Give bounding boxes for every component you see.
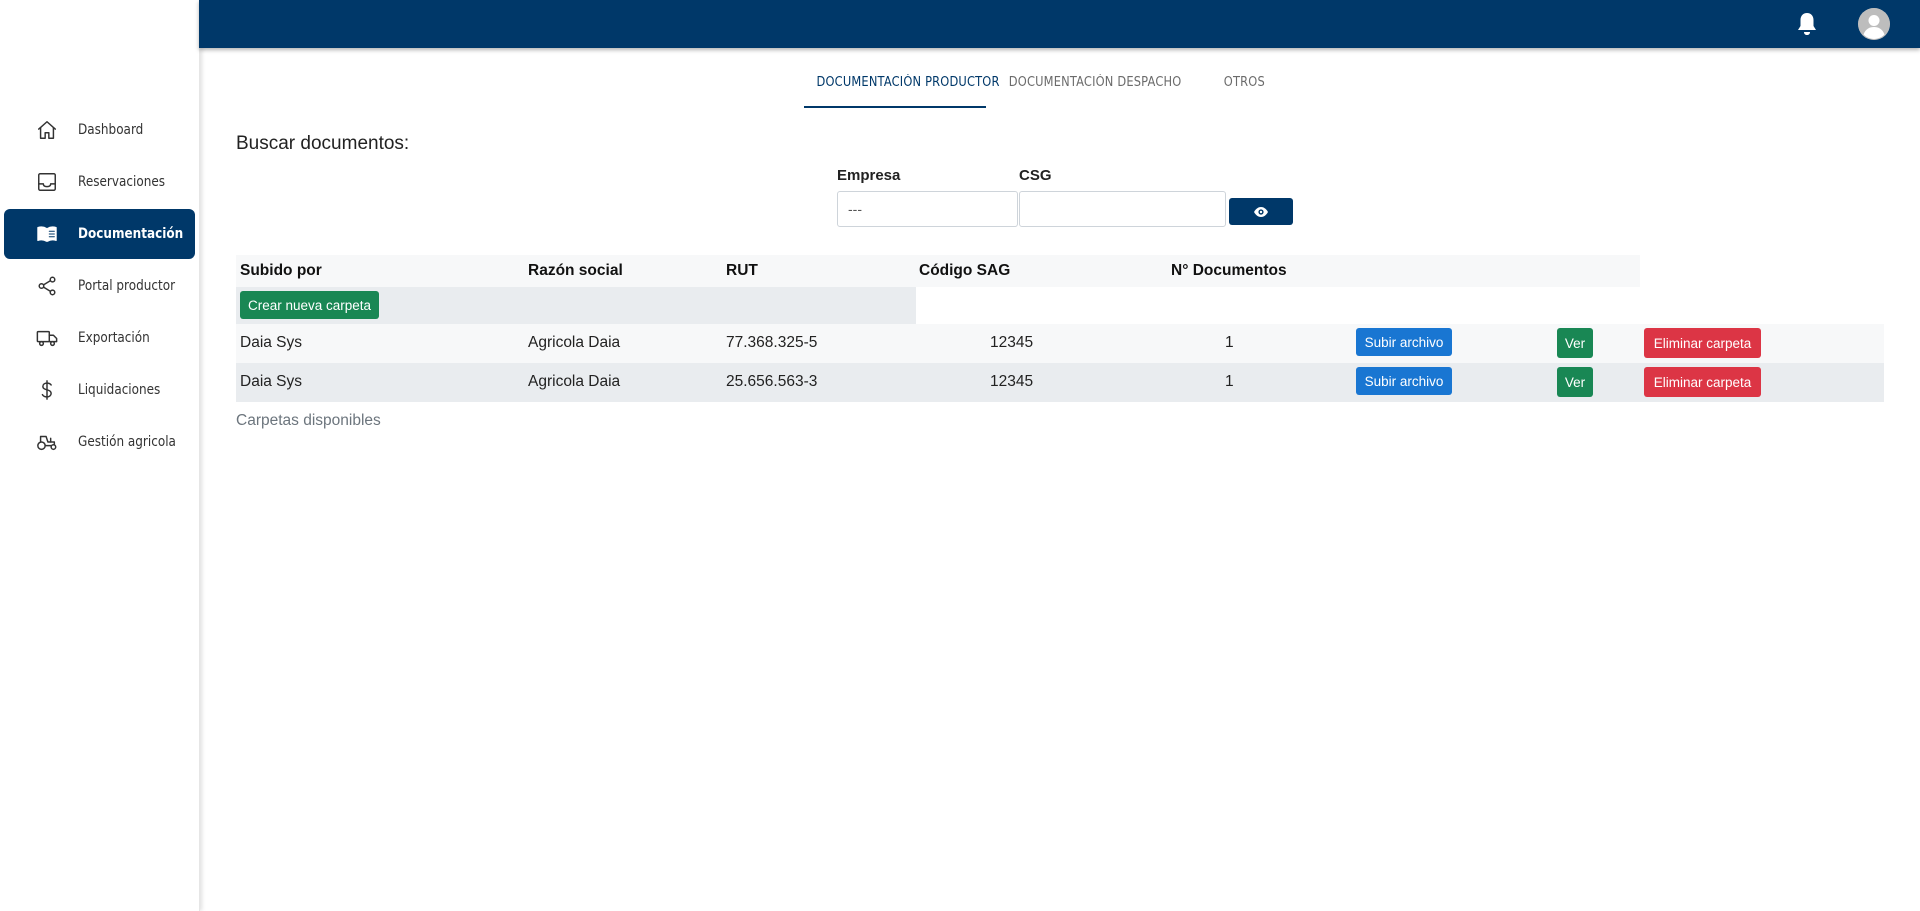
sidebar-item-reservaciones[interactable]: Reservaciones	[4, 157, 195, 207]
cell-codigo-sag: 12345	[990, 334, 1034, 351]
upload-file-button[interactable]: Subir archivo	[1356, 328, 1452, 356]
tab-documentacion-despacho[interactable]: DOCUMENTACIÓN DESPACHO	[986, 62, 1204, 106]
upload-file-button[interactable]: Subir archivo	[1356, 367, 1452, 395]
sidebar-item-portal-productor[interactable]: Portal productor	[4, 261, 195, 311]
sidebar: Dashboard Reservaciones Documentación Po…	[0, 0, 200, 911]
sidebar-item-gestion-agricola[interactable]: Gestión agricola	[4, 417, 195, 467]
sidebar-item-exportacion[interactable]: Exportación	[4, 313, 195, 363]
delete-folder-button[interactable]: Eliminar carpeta	[1644, 328, 1761, 358]
sidebar-item-label: Liquidaciones	[78, 382, 161, 398]
share-icon	[35, 274, 59, 298]
cell-rut: 77.368.325-5	[726, 334, 818, 351]
cell-subido-por: Daia Sys	[240, 373, 303, 390]
folders-table: Subido por Razón social RUT Código SAG N…	[236, 255, 1884, 402]
header-razon-social: Razón social	[528, 262, 623, 279]
view-search-button[interactable]	[1229, 198, 1293, 225]
home-icon	[35, 118, 59, 142]
view-folder-button[interactable]: Ver	[1557, 367, 1593, 397]
dollar-icon	[35, 378, 59, 402]
sidebar-item-label: Documentación	[78, 226, 184, 242]
inbox-icon	[35, 170, 59, 194]
csg-label: CSG	[1019, 167, 1052, 184]
bell-icon[interactable]	[1793, 10, 1821, 38]
top-bar	[199, 0, 1920, 48]
cell-razon-social: Agricola Daia	[528, 373, 621, 390]
create-folder-row: Crear nueva carpeta	[236, 287, 916, 324]
tab-otros[interactable]: OTROS	[1204, 62, 1284, 106]
cell-razon-social: Agricola Daia	[528, 334, 621, 351]
header-subido-por: Subido por	[240, 262, 322, 279]
create-folder-button[interactable]: Crear nueva carpeta	[240, 291, 379, 319]
empresa-select[interactable]	[837, 191, 1018, 227]
tab-documentacion-productor[interactable]: DOCUMENTACIÓN PRODUCTOR	[804, 62, 999, 108]
sidebar-item-liquidaciones[interactable]: Liquidaciones	[4, 365, 195, 415]
header-n-documentos: N° Documentos	[1171, 262, 1287, 279]
view-folder-button[interactable]: Ver	[1557, 328, 1593, 358]
empresa-label: Empresa	[837, 167, 901, 184]
sidebar-item-label: Gestión agricola	[78, 434, 176, 450]
table-caption: Carpetas disponibles	[236, 412, 381, 429]
sidebar-item-dashboard[interactable]: Dashboard	[4, 105, 195, 155]
cell-n-documentos: 1	[1225, 373, 1234, 390]
cell-codigo-sag: 12345	[990, 373, 1034, 390]
cell-n-documentos: 1	[1225, 334, 1234, 351]
document-tabs: DOCUMENTACIÓN PRODUCTOR DOCUMENTACIÓN DE…	[804, 62, 1284, 108]
book-icon	[35, 222, 59, 246]
tractor-icon	[35, 430, 59, 454]
table-row: Daia Sys Agricola Daia 77.368.325-5 1234…	[236, 324, 1884, 363]
sidebar-item-documentacion[interactable]: Documentación	[4, 209, 195, 259]
cell-subido-por: Daia Sys	[240, 334, 303, 351]
sidebar-nav: Dashboard Reservaciones Documentación Po…	[0, 105, 199, 469]
table-header: Subido por Razón social RUT Código SAG N…	[236, 255, 1640, 287]
header-codigo-sag: Código SAG	[919, 262, 1011, 279]
csg-input[interactable]	[1019, 191, 1226, 227]
sidebar-item-label: Portal productor	[78, 278, 176, 294]
sidebar-item-label: Reservaciones	[78, 174, 166, 190]
user-avatar-icon[interactable]	[1858, 8, 1890, 40]
table-row: Daia Sys Agricola Daia 25.656.563-3 1234…	[236, 363, 1884, 402]
delete-folder-button[interactable]: Eliminar carpeta	[1644, 367, 1761, 397]
search-title: Buscar documentos:	[236, 133, 410, 154]
eye-icon	[1254, 206, 1268, 217]
header-rut: RUT	[726, 262, 758, 279]
sidebar-item-label: Exportación	[78, 330, 150, 346]
sidebar-item-label: Dashboard	[78, 122, 144, 138]
cell-rut: 25.656.563-3	[726, 373, 818, 390]
truck-icon	[35, 326, 59, 350]
